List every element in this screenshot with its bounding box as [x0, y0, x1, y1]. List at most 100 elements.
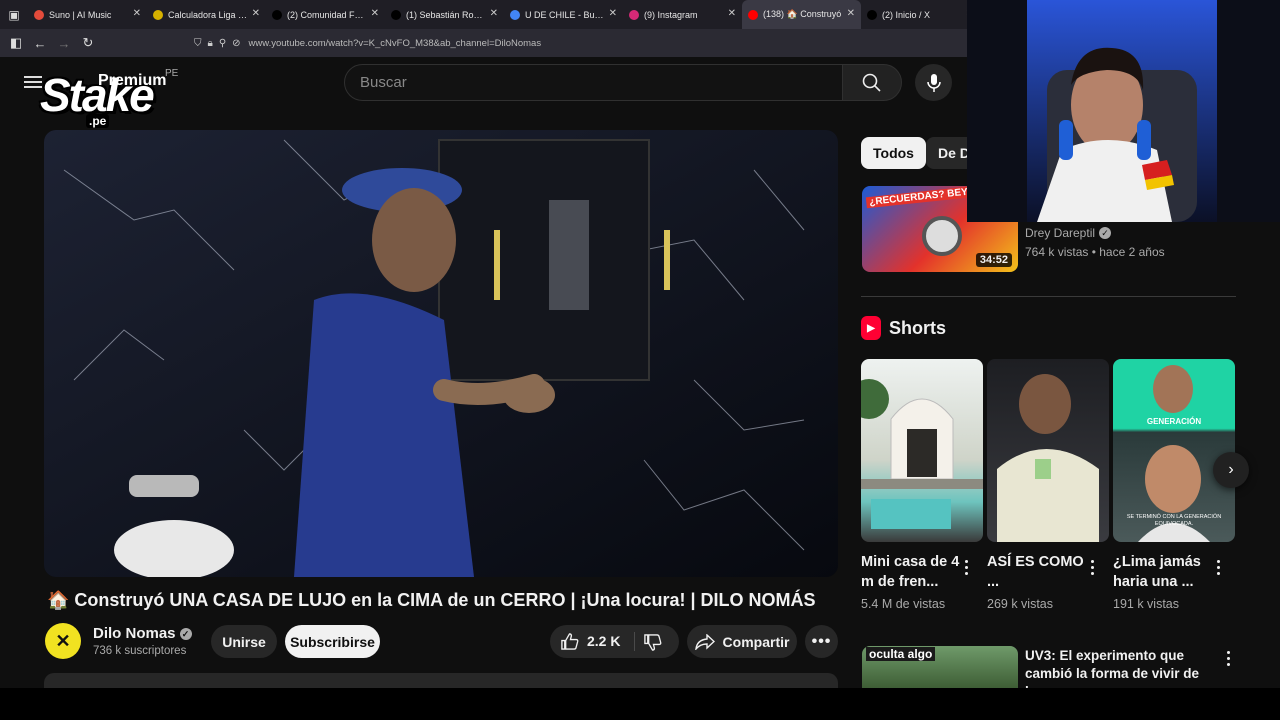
verified-icon: ✓	[179, 628, 192, 640]
channel-avatar[interactable]: ✕	[45, 623, 81, 659]
reload-icon[interactable]: ↻	[76, 31, 100, 55]
microphone-icon	[926, 73, 941, 92]
related-channel[interactable]: Drey Dareptil ✓	[1025, 226, 1112, 240]
subscribe-button[interactable]: Subscribirse	[285, 625, 380, 658]
sidebar-toggle-icon[interactable]: ◧	[4, 31, 28, 55]
browser-tab[interactable]: Calculadora Liga 1 2024 ✕	[147, 0, 266, 29]
search-button[interactable]	[842, 64, 902, 101]
short-title[interactable]: Mini casa de 4 m de fren...	[861, 552, 961, 592]
short-thumbnail[interactable]: GENERACIÓN SE TERMINÓ CON LA GENERACIÓN …	[1113, 359, 1235, 542]
no-autoplay-icon[interactable]: ⊘	[232, 38, 240, 49]
shorts-heading: Shorts	[889, 317, 947, 338]
search-icon	[862, 73, 881, 92]
divider	[861, 296, 1236, 297]
short-overlay-text: GENERACIÓN	[1146, 417, 1202, 426]
short-title[interactable]: ASÍ ES COMO ...	[987, 552, 1087, 592]
share-label: Compartir	[722, 633, 790, 650]
youtube-icon	[748, 9, 758, 20]
short-title[interactable]: ¿Lima jamás haria una ...	[1113, 552, 1213, 592]
browser-tab-title: (9) Instagram	[644, 9, 698, 20]
calc-icon	[153, 9, 163, 20]
forward-icon[interactable]: →	[52, 31, 76, 55]
close-tab-icon[interactable]: ✕	[490, 8, 498, 19]
lock-icon[interactable]: 🔒︎	[208, 38, 213, 49]
browser-tab[interactable]: (9) Instagram ✕	[623, 0, 742, 29]
thumbnail-badge: oculta algo	[866, 647, 936, 661]
stake-logo-sub: .pe	[86, 114, 110, 128]
video-player[interactable]	[44, 130, 838, 577]
voice-search-button[interactable]	[915, 64, 952, 101]
close-tab-icon[interactable]: ✕	[609, 8, 617, 19]
more-horizontal-icon: •••	[811, 632, 832, 650]
browser-tab[interactable]: (138) 🏠 Construyó ✕	[742, 0, 861, 29]
beyblade-icon	[922, 216, 962, 256]
related-video-thumbnail[interactable]: oculta algo	[862, 646, 1018, 688]
browser-tab-title: (2) Comunidad Fanodr...	[287, 9, 367, 20]
shorts-header: ▶ Shorts	[861, 316, 946, 340]
browser-tab-title: (138) 🏠 Construyó	[763, 9, 842, 19]
shorts-logo-icon: ▶	[861, 316, 881, 340]
x-icon	[867, 9, 877, 20]
browser-tab-title: U DE CHILE - Buscar co...	[525, 9, 605, 20]
stake-logo-overlay: Stake Premium .pe	[38, 66, 166, 132]
chip-todos[interactable]: Todos	[861, 137, 926, 169]
close-tab-icon[interactable]: ✕	[847, 8, 855, 19]
search-placeholder: Buscar	[360, 74, 407, 91]
screen: { "browser": { "tabs": [ {"title": "Suno…	[0, 0, 1280, 720]
video-title: 🏠 Construyó UNA CASA DE LUJO en la CIMA …	[47, 590, 816, 610]
browser-tab[interactable]: (2) Inicio / X✕	[861, 0, 980, 29]
browser-tab-title: (2) Inicio / X	[882, 9, 931, 20]
short-views: 5.4 M de vistas	[861, 597, 946, 611]
related-channel-name[interactable]: Drey Dareptil	[1025, 226, 1095, 240]
share-button[interactable]: Compartir	[687, 625, 797, 658]
subscriber-count: 736 k suscriptores	[93, 645, 187, 657]
url-bar[interactable]: www.youtube.com/watch?v=K_cNvFO_M38&ab_c…	[249, 38, 542, 49]
streamer-webcam-image	[967, 0, 1280, 222]
short-views: 191 k vistas	[1113, 597, 1180, 611]
join-button[interactable]: Unirse	[211, 625, 277, 658]
close-tab-icon[interactable]: ✕	[133, 8, 141, 19]
like-divider	[634, 632, 635, 651]
channel-name[interactable]: Dilo Nomas	[93, 625, 176, 642]
video-frame	[44, 130, 838, 577]
taskbar-strip	[0, 688, 1280, 720]
like-icon[interactable]	[560, 632, 579, 651]
close-tab-icon[interactable]: ✕	[728, 8, 736, 19]
short-thumbnail[interactable]	[861, 359, 983, 542]
close-tab-icon[interactable]: ✕	[252, 8, 260, 19]
verified-icon: ✓	[1099, 227, 1112, 239]
browser-tab[interactable]: (1) Sebastián Rodríguez ✕	[385, 0, 504, 29]
related-menu-icon[interactable]	[1223, 651, 1233, 666]
x-icon	[391, 9, 401, 20]
interview-thumbnail-art	[997, 374, 1099, 542]
short-menu-icon[interactable]	[1213, 560, 1223, 575]
short-views: 269 k vistas	[987, 597, 1054, 611]
search-input[interactable]: Buscar	[344, 64, 844, 101]
close-tab-icon[interactable]: ✕	[371, 8, 379, 19]
video-duration: 34:52	[975, 253, 1012, 267]
suno-icon	[34, 9, 44, 20]
shorts-next-button[interactable]: ›	[1213, 452, 1249, 488]
google-icon	[510, 9, 520, 20]
premium-text: Premium	[98, 72, 167, 89]
dislike-icon[interactable]	[643, 633, 662, 652]
short-menu-icon[interactable]	[1087, 560, 1097, 575]
browser-tab[interactable]: (2) Comunidad Fanodr... ✕	[266, 0, 385, 29]
like-count[interactable]: 2.2 K	[587, 633, 620, 649]
short-caption-text: SE TERMINÓ CON LA GENERACIÓN EQUIVOCADA.	[1126, 514, 1222, 527]
related-meta: 764 k vistas • hace 2 años	[1025, 245, 1165, 259]
channel-name-wrap[interactable]: Dilo Nomas ✓	[93, 625, 192, 642]
shield-icon[interactable]: ⛉	[194, 38, 202, 49]
browser-tab[interactable]: Suno | AI Music ✕	[28, 0, 147, 29]
permissions-icon[interactable]: ⚲	[219, 38, 226, 49]
share-icon	[694, 633, 715, 650]
instagram-icon	[629, 9, 639, 20]
browser-tab-title: Calculadora Liga 1 2024	[168, 9, 248, 20]
more-actions-button[interactable]: •••	[805, 625, 838, 658]
country-code: PE	[165, 68, 179, 79]
tab-overview-icon[interactable]: ▣	[0, 0, 28, 29]
short-menu-icon[interactable]	[961, 560, 971, 575]
back-icon[interactable]: ←	[28, 31, 52, 55]
short-thumbnail[interactable]	[987, 359, 1109, 542]
browser-tab[interactable]: U DE CHILE - Buscar co... ✕	[504, 0, 623, 29]
